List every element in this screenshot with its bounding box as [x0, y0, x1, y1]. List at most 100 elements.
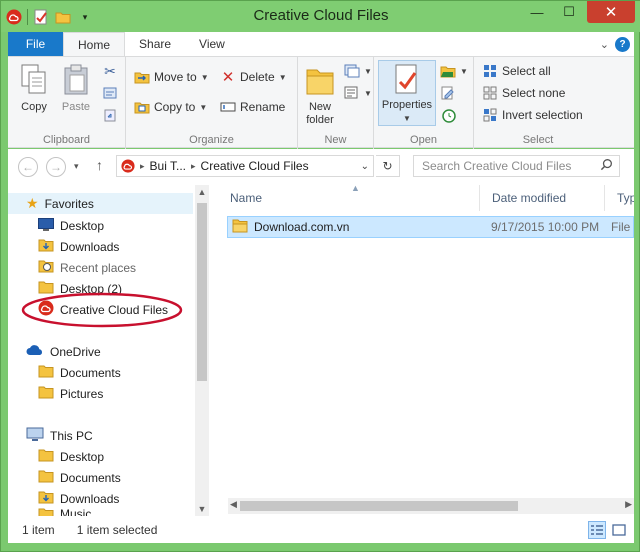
column-header-type[interactable]: Typ: [605, 185, 634, 211]
properties-button[interactable]: Properties ▼: [378, 60, 436, 126]
help-icon[interactable]: ?: [615, 36, 630, 52]
search-icon: [600, 158, 619, 174]
onedrive-cloud-icon: [26, 344, 44, 359]
file-name-cell[interactable]: Download.com.vn: [232, 216, 349, 238]
breadcrumb-current[interactable]: Creative Cloud Files: [201, 159, 309, 173]
clipboard-group: Copy Paste ✂ Clipboard: [8, 57, 126, 149]
address-dropdown-icon[interactable]: ⌄: [361, 161, 373, 172]
copy-to-button[interactable]: Copy to ▼: [134, 99, 207, 115]
nav-item-desktop[interactable]: Desktop: [38, 215, 104, 236]
delete-button[interactable]: ✕ Delete ▼: [220, 69, 287, 86]
invert-selection-button[interactable]: Invert selection: [482, 107, 583, 123]
expand-ribbon-chevron-icon[interactable]: ⌄: [600, 38, 609, 51]
select-none-button[interactable]: Select none: [482, 85, 565, 101]
edit-button[interactable]: [440, 85, 456, 101]
nav-item-pc-desktop[interactable]: Desktop: [38, 446, 104, 467]
easy-access-icon: [344, 85, 360, 101]
scroll-right-icon[interactable]: ▶: [625, 499, 632, 510]
nav-item-pc-music[interactable]: Music: [38, 507, 91, 516]
easy-access-dropdown-icon: ▼: [364, 88, 372, 98]
scroll-thumb[interactable]: [197, 203, 207, 381]
nav-item-label: Documents: [60, 470, 121, 485]
star-icon: ★: [26, 195, 39, 211]
horizontal-scroll-thumb[interactable]: [240, 501, 518, 511]
nav-item-downloads[interactable]: Downloads: [38, 236, 119, 257]
highlight-ellipse: [21, 292, 183, 328]
scroll-up-icon[interactable]: ▲: [195, 187, 209, 197]
nav-onedrive[interactable]: OneDrive: [26, 341, 101, 362]
large-icons-view-button[interactable]: [610, 521, 628, 539]
invert-selection-label: Invert selection: [502, 108, 583, 122]
nav-item-pc-downloads[interactable]: Downloads: [38, 488, 119, 509]
paste-shortcut-icon: [102, 107, 118, 123]
address-bar[interactable]: ▸ Bui T... ▸ Creative Cloud Files ⌄: [116, 155, 374, 177]
ribbon-tabs: File Home Share View ⌄ ?: [8, 32, 634, 56]
nav-thispc[interactable]: This PC: [26, 425, 93, 446]
nav-item-pc-documents[interactable]: Documents: [38, 467, 121, 488]
nav-item-label: Music: [60, 507, 92, 516]
new-folder-label-line2: folder: [306, 114, 334, 126]
paste-shortcut-button[interactable]: [102, 107, 118, 123]
up-arrow-icon[interactable]: ↑: [96, 157, 103, 173]
select-none-label: Select none: [502, 86, 566, 100]
nav-item-onedrive-pictures[interactable]: Pictures: [38, 383, 103, 404]
ribbon-controls: ⌄ ?: [600, 32, 634, 56]
nav-vertical-scrollbar[interactable]: ▲ ▼: [195, 185, 209, 516]
tab-view[interactable]: View: [185, 32, 239, 56]
delete-label: Delete: [240, 70, 275, 84]
nav-item-label: Desktop: [60, 449, 105, 464]
refresh-button[interactable]: ↻: [376, 155, 400, 177]
large-icons-view-icon: [612, 523, 626, 536]
refresh-icon: ↻: [382, 159, 393, 173]
move-to-label: Move to: [154, 70, 197, 84]
ribbon: Copy Paste ✂ Clipboard Move to ▼ Copy to ▼: [8, 56, 634, 149]
column-header-name[interactable]: Name: [218, 185, 480, 211]
maximize-button[interactable]: ☐: [555, 1, 583, 23]
rename-button[interactable]: Rename: [220, 99, 285, 115]
rename-label: Rename: [240, 100, 286, 114]
select-all-button[interactable]: Select all: [482, 63, 551, 79]
breadcrumb-user[interactable]: Bui T...: [150, 159, 186, 173]
nav-item-label: Downloads: [60, 491, 120, 506]
copy-path-button[interactable]: [102, 85, 118, 101]
breadcrumb-separator-icon: ▸: [140, 160, 145, 171]
title-bar: ▾ Creative Cloud Files — ☐ ✕: [1, 1, 640, 32]
new-folder-button[interactable]: New folder: [300, 61, 340, 127]
scroll-down-icon[interactable]: ▼: [195, 504, 209, 514]
properties-dropdown-icon: ▼: [403, 114, 411, 123]
copy-path-icon: [102, 85, 118, 101]
copy-to-label: Copy to: [154, 100, 196, 114]
nav-item-onedrive-documents[interactable]: Documents: [38, 362, 121, 383]
history-button[interactable]: [440, 107, 456, 123]
paste-button[interactable]: Paste: [56, 61, 96, 114]
open-dropdown-icon: ▼: [460, 66, 468, 76]
column-header-date-modified[interactable]: Date modified: [480, 185, 605, 211]
move-to-button[interactable]: Move to ▼: [134, 69, 209, 85]
file-list: ▲ Name Date modified Typ Download.com.vn…: [213, 183, 634, 516]
close-button[interactable]: ✕: [587, 1, 635, 23]
scroll-left-icon[interactable]: ◀: [230, 499, 237, 510]
open-button[interactable]: ▼: [440, 63, 468, 79]
minimize-button[interactable]: —: [523, 1, 551, 23]
search-input[interactable]: Search Creative Cloud Files: [413, 155, 620, 177]
nav-favorites[interactable]: ★ Favorites: [8, 193, 193, 214]
cut-button[interactable]: ✂: [102, 63, 118, 79]
forward-button[interactable]: →: [46, 157, 66, 177]
back-button[interactable]: ←: [18, 157, 38, 177]
easy-access-button[interactable]: ▼: [344, 85, 372, 101]
properties-label: Properties: [381, 99, 433, 111]
scissors-icon: ✂: [104, 62, 116, 79]
horizontal-scrollbar[interactable]: ◀ ▶: [228, 498, 634, 514]
copy-label: Copy: [21, 101, 47, 113]
tab-share[interactable]: Share: [125, 32, 185, 56]
tab-home[interactable]: Home: [63, 32, 126, 56]
new-item-button[interactable]: ▼: [344, 63, 372, 79]
folder-icon: [232, 218, 248, 236]
open-icon: [440, 63, 456, 79]
details-view-button[interactable]: [588, 520, 606, 539]
folder-icon: [38, 385, 54, 402]
recent-locations-chevron-icon[interactable]: ▾: [74, 161, 79, 172]
nav-item-recent-places[interactable]: Recent places: [38, 257, 136, 278]
tab-file[interactable]: File: [8, 32, 63, 56]
copy-button[interactable]: Copy: [14, 61, 54, 114]
